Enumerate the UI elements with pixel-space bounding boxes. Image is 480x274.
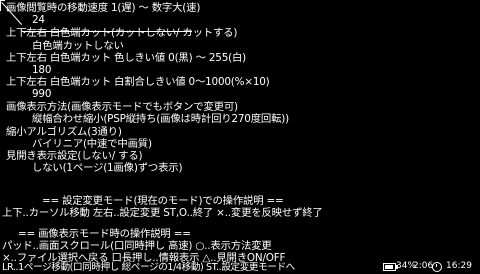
clock-icon <box>432 262 442 272</box>
setting-value-white-ratio-threshold[interactable]: 990 <box>32 88 51 100</box>
view-mode-help-title: == 画像表示モード時の操作説明 == <box>18 228 191 240</box>
settings-mode-help-line: 上下..カーソル移動 左右..設定変更 ST,O..終了 ×..変更を反映せず終… <box>2 207 323 219</box>
battery-icon <box>383 263 398 271</box>
setting-value-white-edge-cut[interactable]: 白色端カットしない <box>32 40 124 52</box>
clock-time: 16:29 <box>446 261 472 271</box>
settings-mode-help-title: == 設定変更モード(現在のモード)での操作説明 == <box>42 195 284 207</box>
setting-value-move-speed[interactable]: 24 <box>32 14 45 26</box>
setting-value-color-threshold[interactable]: 180 <box>32 64 51 76</box>
setting-value-display-method[interactable]: 縦幅合わせ縮小(PSP縦持ち(画像は時計回り270度回転)) <box>32 113 289 125</box>
setting-value-spread-display[interactable]: しない(1ページ(1画像)ずつ表示) <box>32 162 183 174</box>
setting-label-spread-display[interactable]: 見開き表示設定(しない/ する) <box>6 150 143 162</box>
setting-label-color-threshold[interactable]: 上下左右 白色端カット 色しきい値 0(黒) 〜 255(白) <box>6 52 246 64</box>
setting-label-move-speed[interactable]: 画像閲覧時の移動速度 1(遅) 〜 数字大(速) <box>6 2 200 14</box>
status-time: 2:06 <box>413 261 434 271</box>
setting-label-display-method[interactable]: 画像表示方法(画像表示モードでもボタンで変更可) <box>6 101 238 113</box>
view-mode-help-line: LR..1ページ移動(口同時押し 総ページの1/4移動) ST..設定変更モード… <box>2 262 295 273</box>
view-mode-help-line: パッド..画面スクロール(口同時押し 高速) ○..表示方法変更 <box>2 240 272 252</box>
setting-value-shrink-algorithm[interactable]: バイリニア(中速で中画質) <box>32 138 152 150</box>
setting-label-white-ratio-threshold[interactable]: 上下左右 白色端カット 白割合しきい値 0〜1000(%×10) <box>6 76 270 88</box>
setting-label-white-edge-cut[interactable]: 上下左右 白色端カット(カットしない/ カットする) <box>6 27 237 39</box>
setting-label-shrink-algorithm[interactable]: 縮小アルゴリズム(3通り) <box>6 126 122 138</box>
